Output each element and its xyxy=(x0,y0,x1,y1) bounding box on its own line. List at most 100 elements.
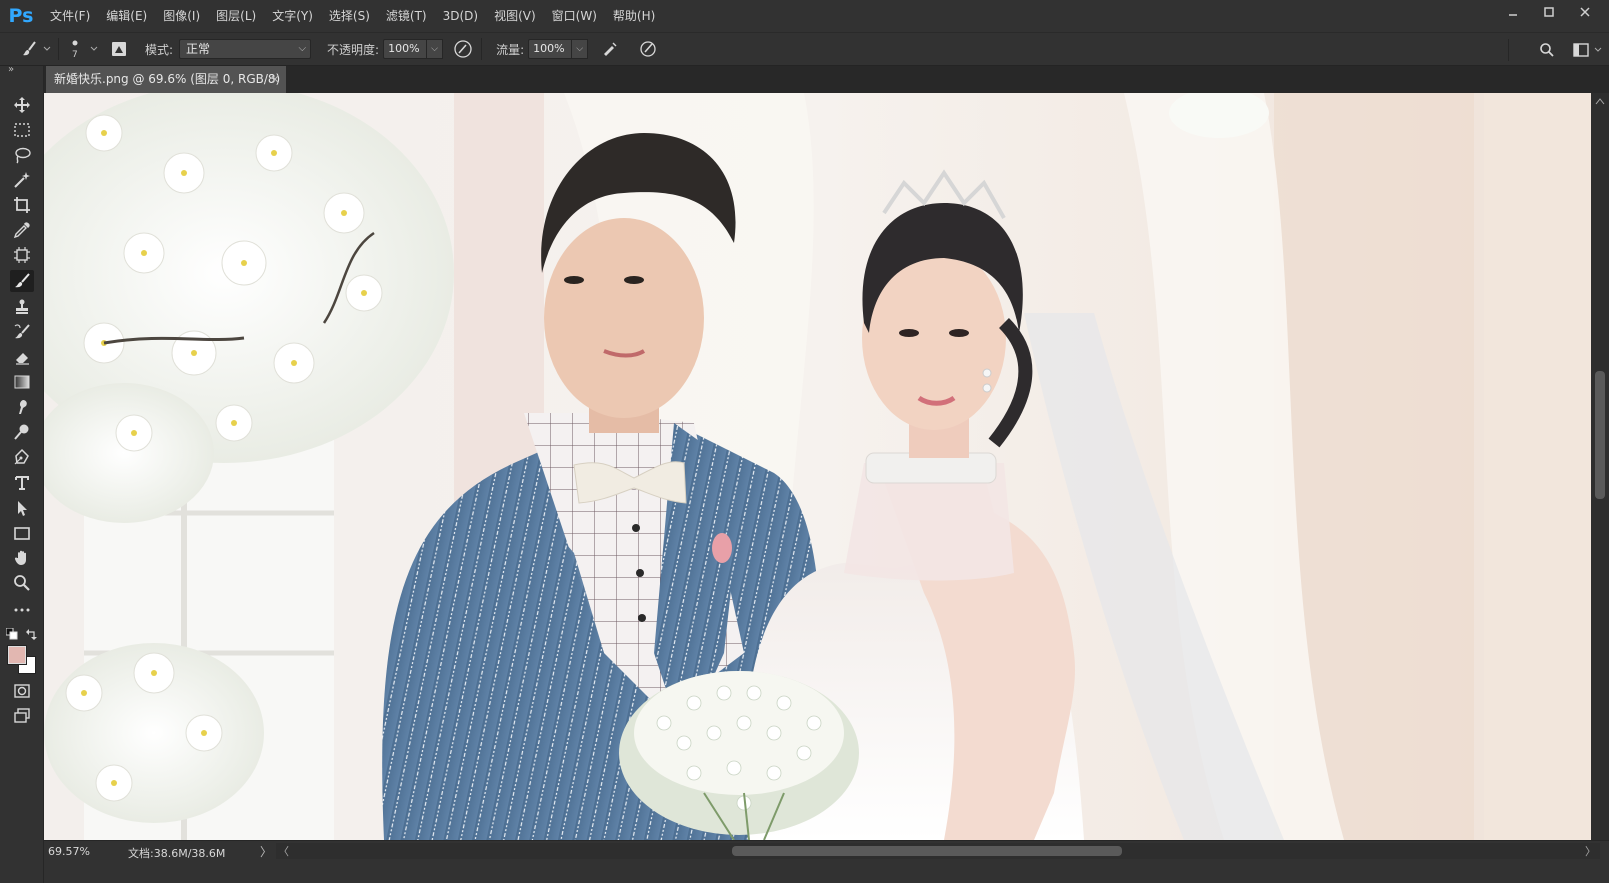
chevron-down-icon[interactable] xyxy=(1593,45,1603,55)
edit-toolbar-button[interactable] xyxy=(10,599,34,621)
type-icon xyxy=(15,476,29,490)
crop-tool[interactable] xyxy=(10,194,34,216)
tool-preset-picker[interactable] xyxy=(18,37,42,61)
menu-filter[interactable]: 滤镜(T) xyxy=(378,0,435,32)
close-icon xyxy=(1580,7,1590,17)
panel-collapse-toggle[interactable]: » xyxy=(8,64,14,75)
airbrush-icon xyxy=(604,42,617,56)
options-bar: 7 模式: 正常 ⌵ 不透明度: 100% ⌵ 流量: 100% ⌵ xyxy=(0,32,1609,66)
history-brush-tool[interactable] xyxy=(10,321,34,343)
pressure-size-icon xyxy=(640,41,656,57)
document-tab-bar: 新婚快乐.png @ 69.6% (图层 0, RGB/8) × xyxy=(44,66,1609,93)
path-selection-tool[interactable] xyxy=(10,497,34,519)
gradient-tool[interactable] xyxy=(10,371,34,393)
screen-mode-button[interactable] xyxy=(10,705,34,727)
chevron-down-icon[interactable] xyxy=(42,44,52,54)
eyedropper-tool[interactable] xyxy=(10,219,34,241)
scroll-left-icon[interactable]: 〈 xyxy=(278,843,289,859)
eyedropper-icon xyxy=(13,222,30,239)
lasso-icon xyxy=(15,147,31,164)
brush-tool[interactable] xyxy=(10,270,34,292)
menu-window[interactable]: 窗口(W) xyxy=(544,0,605,32)
crop-icon xyxy=(14,197,30,213)
chevron-down-icon: ⌵ xyxy=(298,43,307,54)
menu-select[interactable]: 选择(S) xyxy=(321,0,378,32)
hand-tool[interactable] xyxy=(10,547,34,569)
history-brush-icon xyxy=(14,324,30,339)
pressure-opacity-button[interactable] xyxy=(451,37,475,61)
document-tab-title: 新婚快乐.png @ 69.6% (图层 0, RGB/8) xyxy=(54,72,281,86)
menu-edit[interactable]: 编辑(E) xyxy=(98,0,155,32)
canvas-area[interactable] xyxy=(44,93,1609,840)
search-button[interactable] xyxy=(1535,38,1559,62)
photoshop-window: Ps 文件(F) 编辑(E) 图像(I) 图层(L) 文字(Y) 选择(S) 滤… xyxy=(0,0,1609,883)
separator xyxy=(481,38,483,60)
brush-size-picker[interactable]: 7 xyxy=(65,35,85,63)
quick-mask-button[interactable] xyxy=(10,680,34,702)
minimize-button[interactable] xyxy=(1495,0,1531,24)
rectangle-tool[interactable] xyxy=(10,522,34,544)
stamp-tool[interactable] xyxy=(10,296,34,318)
vertical-scroll-thumb[interactable] xyxy=(1595,371,1605,499)
close-window-button[interactable] xyxy=(1567,0,1603,24)
scroll-up-icon[interactable] xyxy=(1595,97,1605,105)
foreground-color-swatch[interactable] xyxy=(8,646,26,664)
zoom-tool[interactable] xyxy=(10,572,34,594)
separator xyxy=(58,38,59,60)
flow-input[interactable]: 100% xyxy=(528,39,573,59)
flow-label: 流量: xyxy=(496,42,525,57)
brush-panel-icon xyxy=(112,42,126,56)
dodge-tool[interactable] xyxy=(10,421,34,443)
swap-colors-icon[interactable] xyxy=(26,628,38,640)
document-tab[interactable]: 新婚快乐.png @ 69.6% (图层 0, RGB/8) × xyxy=(46,66,286,93)
move-tool[interactable] xyxy=(10,94,34,116)
menu-3d[interactable]: 3D(D) xyxy=(435,0,486,32)
opacity-dropdown[interactable]: ⌵ xyxy=(427,39,444,59)
magic-wand-tool[interactable] xyxy=(10,169,34,191)
maximize-button[interactable] xyxy=(1531,0,1567,24)
scroll-right-icon[interactable]: 〉 xyxy=(1585,843,1596,859)
search-icon xyxy=(1540,43,1554,57)
pressure-size-button[interactable] xyxy=(636,37,660,61)
menu-bar: Ps 文件(F) 编辑(E) 图像(I) 图层(L) 文字(Y) 选择(S) 滤… xyxy=(0,0,1609,32)
hand-icon xyxy=(14,550,26,565)
airbrush-button[interactable] xyxy=(598,37,622,61)
smudge-tool[interactable] xyxy=(10,396,34,418)
blend-mode-select[interactable]: 正常 ⌵ xyxy=(179,39,312,59)
frame-tool[interactable] xyxy=(10,244,34,266)
menu-type[interactable]: 文字(Y) xyxy=(264,0,321,32)
eraser-tool[interactable] xyxy=(10,346,34,368)
marquee-tool[interactable] xyxy=(10,119,34,141)
workspace-button[interactable] xyxy=(1569,38,1593,62)
blend-mode-value: 正常 xyxy=(186,42,211,56)
menu-layer[interactable]: 图层(L) xyxy=(208,0,264,32)
opacity-label: 不透明度: xyxy=(327,42,380,57)
default-colors-icon[interactable] xyxy=(6,628,18,640)
horizontal-scrollbar[interactable]: 〈 〉 xyxy=(276,843,1600,859)
flow-dropdown[interactable]: ⌵ xyxy=(572,39,589,59)
pen-tool[interactable] xyxy=(10,446,34,468)
window-controls xyxy=(1495,0,1603,24)
quick-mask-icon xyxy=(14,684,30,698)
ps-logo: Ps xyxy=(8,5,34,27)
brush-settings-toggle[interactable] xyxy=(107,37,131,61)
dodge-icon xyxy=(14,424,29,440)
zoom-level[interactable]: 69.57% xyxy=(48,845,90,858)
vertical-scrollbar[interactable] xyxy=(1591,93,1609,840)
menu-file[interactable]: 文件(F) xyxy=(42,0,98,32)
horizontal-scroll-thumb[interactable] xyxy=(732,846,1122,856)
chevron-down-icon[interactable] xyxy=(89,44,99,54)
menu-help[interactable]: 帮助(H) xyxy=(605,0,663,32)
type-tool[interactable] xyxy=(10,472,34,494)
lasso-tool[interactable] xyxy=(10,144,34,166)
status-menu-arrow[interactable]: 〉 xyxy=(260,843,272,860)
menu-image[interactable]: 图像(I) xyxy=(155,0,208,32)
opacity-input[interactable]: 100% xyxy=(383,39,428,59)
close-tab-icon[interactable]: × xyxy=(270,66,280,93)
maximize-icon xyxy=(1544,7,1554,17)
document-image[interactable] xyxy=(44,93,1591,840)
screen-mode-icon xyxy=(14,708,30,723)
pressure-icon xyxy=(454,40,472,58)
menu-view[interactable]: 视图(V) xyxy=(486,0,544,32)
more-dots-icon xyxy=(14,608,30,612)
